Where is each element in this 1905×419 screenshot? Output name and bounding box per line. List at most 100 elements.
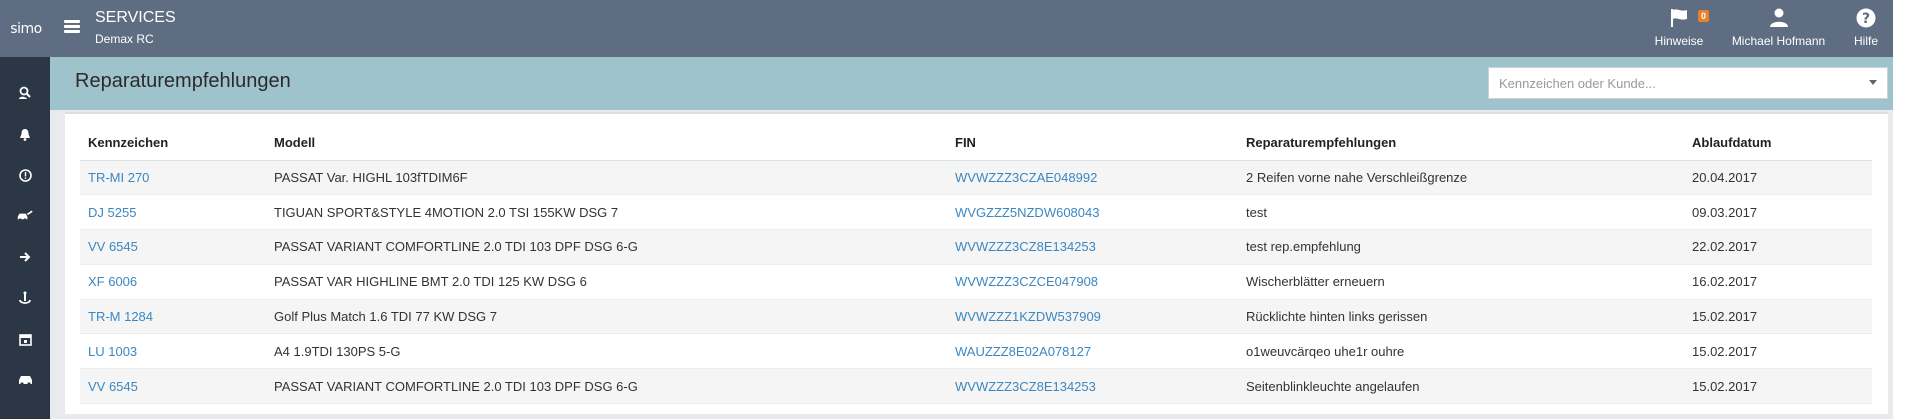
kennzeichen-cell: TR-M 1284 bbox=[80, 299, 266, 335]
empfehlung-cell: 2 Reifen vorne nahe Verschleißgrenze bbox=[1238, 160, 1684, 196]
empfehlung-cell: test rep.empfehlung bbox=[1246, 239, 1361, 255]
hinweise-button[interactable]: Hinweise bbox=[1650, 0, 1708, 57]
page-header: Reparaturempfehlungen bbox=[50, 57, 1893, 110]
help-button[interactable]: ? Hilfe bbox=[1850, 0, 1882, 57]
fin-link[interactable]: WVWZZZ3CZ8E134253 bbox=[955, 379, 1096, 394]
table-row[interactable]: TR-M 1284 Golf Plus Match 1.6 TDI 77 KW D… bbox=[80, 299, 1872, 335]
kennzeichen-link[interactable]: VV 6545 bbox=[88, 239, 138, 254]
kennzeichen-cell: LU 1003 bbox=[80, 333, 266, 370]
empfehlung-cell: Seitenblinkleuchte angelaufen bbox=[1246, 378, 1420, 394]
empfehlung-cell: Wischerblätter erneuern bbox=[1238, 264, 1684, 300]
modell-cell: PASSAT VAR HIGHLINE BMT 2.0 TDI 125 KW D… bbox=[274, 274, 587, 290]
empfehlung-cell: Rücklichte hinten links gerissen bbox=[1238, 299, 1684, 335]
recommendations-table: Kennzeichen Modell FIN Reparaturempfehlu… bbox=[80, 125, 1872, 405]
user-name: Michael Hofmann bbox=[1731, 34, 1826, 48]
modell-cell: A4 1.9TDI 130PS 5-G bbox=[274, 343, 401, 359]
kennzeichen-link[interactable]: LU 1003 bbox=[88, 344, 137, 359]
kennzeichen-link[interactable]: TR-MI 270 bbox=[88, 170, 149, 185]
calendar-icon[interactable] bbox=[17, 331, 33, 347]
fin-link[interactable]: WAUZZZ8E02A078127 bbox=[955, 344, 1091, 359]
empfehlung-cell: test rep.empfehlung bbox=[1238, 229, 1684, 265]
anchor-icon[interactable] bbox=[17, 290, 33, 306]
car-repair-icon[interactable] bbox=[17, 208, 33, 224]
recommendations-card: Kennzeichen Modell FIN Reparaturempfehlu… bbox=[65, 112, 1888, 414]
modell-cell: PASSAT VAR HIGHLINE BMT 2.0 TDI 125 KW D… bbox=[266, 264, 947, 300]
datum-cell: 09.03.2017 bbox=[1684, 194, 1872, 231]
simo-logo[interactable]: simo bbox=[0, 0, 52, 57]
modell-cell: PASSAT VARIANT COMFORTLINE 2.0 TDI 103 D… bbox=[266, 368, 947, 405]
chevron-down-icon[interactable] bbox=[1869, 80, 1877, 85]
modell-cell: PASSAT VARIANT COMFORTLINE 2.0 TDI 103 D… bbox=[266, 229, 947, 265]
notification-count-badge: 0 bbox=[1698, 10, 1710, 22]
datum-cell: 15.02.2017 bbox=[1692, 343, 1758, 359]
modell-cell: Golf Plus Match 1.6 TDI 77 KW DSG 7 bbox=[274, 309, 498, 325]
kennzeichen-link[interactable]: VV 6545 bbox=[88, 379, 138, 394]
table-row[interactable]: VV 6545 PASSAT VARIANT COMFORTLINE 2.0 TD… bbox=[80, 229, 1872, 265]
help-label: Hilfe bbox=[1853, 34, 1878, 48]
fin-link[interactable]: WVWZZZ3CZAE048992 bbox=[955, 170, 1097, 185]
datum-cell: 22.02.2017 bbox=[1692, 239, 1758, 255]
empfehlung-cell: o1weuvcärqeo uhe1r ouhre bbox=[1246, 343, 1405, 359]
arrow-right-icon[interactable] bbox=[17, 249, 33, 265]
logo-text: simo bbox=[10, 20, 42, 37]
datum-cell: 16.02.2017 bbox=[1684, 264, 1872, 300]
table-body: TR-MI 270 PASSAT Var. HIGHL 103fTDIM6F WVW… bbox=[80, 160, 1872, 405]
datum-cell: 15.02.2017 bbox=[1684, 333, 1872, 370]
table-row[interactable]: DJ 5255 TIGUAN SPORT&STYLE 4MOTION 2.0 TS… bbox=[80, 194, 1872, 231]
fin-cell: WVWZZZ3CZ8E134253 bbox=[947, 229, 1238, 265]
column-header-kennzeichen[interactable]: Kennzeichen bbox=[80, 125, 266, 161]
empfehlung-cell: Rücklichte hinten links gerissen bbox=[1246, 309, 1428, 325]
datum-cell: 09.03.2017 bbox=[1692, 204, 1758, 220]
modell-cell: Golf Plus Match 1.6 TDI 77 KW DSG 7 bbox=[266, 299, 947, 335]
empfehlung-cell: 2 Reifen vorne nahe Verschleißgrenze bbox=[1246, 169, 1468, 185]
datum-cell: 20.04.2017 bbox=[1684, 160, 1872, 196]
user-icon bbox=[1769, 8, 1788, 27]
empfehlung-cell: Wischerblätter erneuern bbox=[1246, 274, 1385, 290]
table-row[interactable]: XF 6006 PASSAT VAR HIGHLINE BMT 2.0 TDI 1… bbox=[80, 264, 1872, 300]
table-header-row: Kennzeichen Modell FIN Reparaturempfehlu… bbox=[80, 125, 1872, 161]
hamburger-icon[interactable] bbox=[64, 20, 80, 34]
kennzeichen-cell: DJ 5255 bbox=[80, 194, 266, 231]
car-icon[interactable] bbox=[17, 372, 33, 388]
kennzeichen-cell: VV 6545 bbox=[80, 368, 266, 405]
kennzeichen-cell: TR-MI 270 bbox=[80, 160, 266, 196]
table-row[interactable]: TR-MI 270 PASSAT Var. HIGHL 103fTDIM6F WVW… bbox=[80, 160, 1872, 196]
datum-cell: 15.02.2017 bbox=[1684, 368, 1872, 405]
modell-cell: TIGUAN SPORT&STYLE 4MOTION 2.0 TSI 155KW… bbox=[266, 194, 947, 231]
modell-cell: PASSAT VARIANT COMFORTLINE 2.0 TDI 103 D… bbox=[274, 378, 638, 394]
table-row[interactable]: VV 6545 PASSAT VARIANT COMFORTLINE 2.0 TD… bbox=[80, 368, 1872, 405]
fin-cell: WVWZZZ3CZ8E134253 bbox=[947, 368, 1238, 405]
datum-cell: 22.02.2017 bbox=[1684, 229, 1872, 265]
page-title: Reparaturempfehlungen bbox=[75, 70, 291, 92]
kennzeichen-link[interactable]: XF 6006 bbox=[88, 274, 137, 289]
fin-link[interactable]: WVWZZZ1KZDW537909 bbox=[955, 309, 1101, 324]
table-row[interactable]: LU 1003 A4 1.9TDI 130PS 5-G WAUZZZ8E02A078… bbox=[80, 333, 1872, 370]
svg-text:?: ? bbox=[1862, 11, 1870, 27]
datum-cell: 20.04.2017 bbox=[1692, 169, 1758, 185]
search-input[interactable] bbox=[1499, 68, 1859, 98]
page-edge bbox=[1893, 0, 1905, 419]
fin-cell: WVWZZZ3CZCE047908 bbox=[947, 264, 1238, 300]
datum-cell: 15.02.2017 bbox=[1692, 309, 1758, 325]
empfehlung-cell: test bbox=[1246, 204, 1267, 220]
search-person-icon[interactable] bbox=[17, 85, 33, 101]
column-header-ablaufdatum[interactable]: Ablaufdatum bbox=[1684, 125, 1872, 161]
app-subtitle: Demax RC bbox=[95, 32, 154, 46]
column-header-reparaturempfehlungen[interactable]: Reparaturempfehlungen bbox=[1238, 125, 1684, 161]
help-icon: ? bbox=[1856, 8, 1876, 28]
column-header-fin[interactable]: FIN bbox=[947, 125, 1238, 161]
bell-icon[interactable] bbox=[17, 126, 33, 142]
fin-cell: WVWZZZ1KZDW537909 bbox=[947, 299, 1238, 335]
fin-link[interactable]: WVWZZZ3CZ8E134253 bbox=[955, 239, 1096, 254]
alert-circle-icon[interactable] bbox=[17, 167, 33, 183]
hinweise-label: Hinweise bbox=[1654, 34, 1704, 48]
fin-link[interactable]: WVGZZZ5NZDW608043 bbox=[955, 205, 1099, 220]
customer-search-select[interactable] bbox=[1488, 67, 1888, 99]
user-menu[interactable]: Michael Hofmann bbox=[1726, 0, 1831, 57]
datum-cell: 15.02.2017 bbox=[1684, 299, 1872, 335]
kennzeichen-link[interactable]: TR-M 1284 bbox=[88, 309, 153, 324]
fin-link[interactable]: WVWZZZ3CZCE047908 bbox=[955, 274, 1098, 289]
kennzeichen-link[interactable]: DJ 5255 bbox=[88, 205, 136, 220]
kennzeichen-cell: VV 6545 bbox=[80, 229, 266, 265]
column-header-modell[interactable]: Modell bbox=[266, 125, 947, 161]
